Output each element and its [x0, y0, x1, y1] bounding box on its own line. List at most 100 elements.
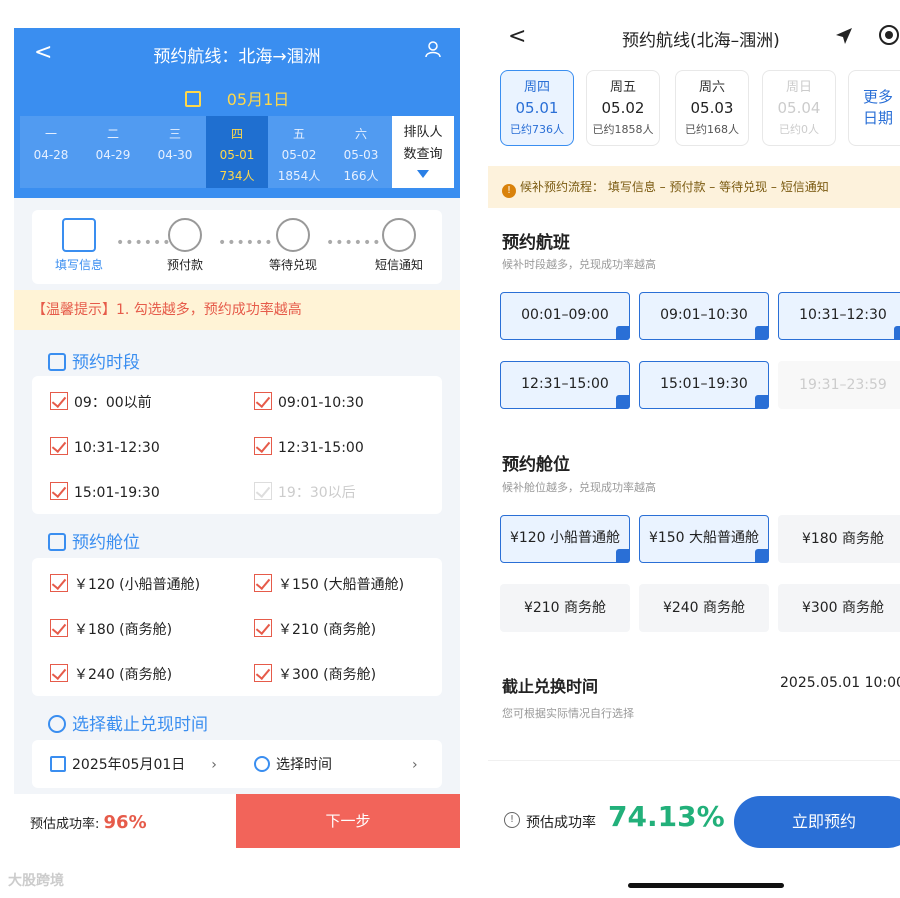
calendar-icon	[184, 91, 201, 107]
cabin-option[interactable]: ￥180 (商务舱)	[50, 619, 172, 639]
cabin-chip-selected[interactable]: ¥120 小船普通舱	[500, 515, 630, 563]
step-fill-info: 填写信息	[44, 218, 114, 273]
time-option[interactable]: 12:31-15:00	[254, 437, 364, 456]
triangle-down-icon	[417, 170, 429, 178]
time-section-title: 预约时段	[48, 348, 140, 373]
flight-title: 预约航班	[502, 233, 570, 253]
time-chip-selected[interactable]: 12:31–15:00	[500, 361, 630, 409]
clock-icon	[48, 715, 66, 733]
clock-icon	[276, 218, 310, 252]
check-icon	[755, 395, 769, 409]
cabin-chip[interactable]: ¥210 商务舱	[500, 584, 630, 632]
step-wait: 等待兑现	[258, 218, 328, 273]
calendar-icon	[50, 756, 66, 772]
rate-value: 74.13%	[608, 800, 725, 833]
checkbox-checked-icon	[50, 574, 68, 592]
queue-query-button[interactable]: 排队人 数查询	[392, 116, 454, 188]
time-option[interactable]: 09:01-10:30	[254, 392, 364, 411]
time-chip-selected[interactable]: 10:31–12:30	[778, 292, 900, 340]
time-options-card: 09：00以前 09:01-10:30 10:31-12:30 12:31-15…	[32, 376, 442, 514]
step-prepay: 预付款	[150, 218, 220, 273]
warning-icon: !	[502, 184, 516, 198]
deadline-date-picker[interactable]: 2025年05月01日 ›	[50, 754, 217, 774]
deadline-value[interactable]: 2025.05.01 10:00	[780, 675, 900, 691]
cabin-option[interactable]: ￥210 (商务舱)	[254, 619, 376, 639]
day-tab[interactable]: 六 05-03 166人	[330, 116, 392, 188]
time-chip-selected[interactable]: 00:01–09:00	[500, 292, 630, 340]
deadline-section-title: 选择截止兑现时间	[48, 710, 208, 735]
watermark: 大股跨境	[8, 873, 64, 889]
day-tab-selected[interactable]: 四 05-01 734人	[206, 116, 268, 188]
cabin-option[interactable]: ￥150 (大船普通舱)	[254, 574, 404, 594]
chevron-right-icon: ›	[211, 757, 217, 773]
cabin-title: 预约舱位	[502, 455, 570, 475]
cabin-chip[interactable]: ¥240 商务舱	[639, 584, 769, 632]
checkbox-checked-icon	[254, 619, 272, 637]
time-chip-selected[interactable]: 09:01–10:30	[639, 292, 769, 340]
home-indicator	[628, 883, 784, 888]
time-option-disabled: 19：30以后	[254, 482, 356, 502]
mail-icon	[382, 218, 416, 252]
left-bottom-bar: 预估成功率: 96% 下一步	[14, 794, 460, 848]
warm-tip: 【温馨提示】1. 勾选越多，预约成功率越高	[14, 290, 460, 330]
checkbox-checked-icon	[50, 392, 68, 410]
record-icon[interactable]	[878, 24, 900, 46]
time-option[interactable]: 09：00以前	[50, 392, 152, 412]
back-button[interactable]: <	[508, 24, 526, 49]
process-steps: 填写信息 •••••• 预付款 •••••• 等待兑现 •••••• 短信通知	[32, 210, 442, 284]
yen-icon	[168, 218, 202, 252]
deadline-card: 2025年05月01日 › 选择时间 ›	[32, 740, 442, 788]
seat-icon	[48, 533, 66, 551]
day-tab[interactable]: 二 04-29	[82, 116, 144, 188]
cabin-section-title: 预约舱位	[48, 528, 140, 553]
date-card-disabled: 周日 05.04 已约0人	[762, 70, 836, 146]
process-note: ! 候补预约流程： 填写信息 – 预付款 – 等待兑现 – 短信通知	[488, 166, 900, 208]
reserve-now-button[interactable]: 立即预约	[734, 796, 900, 848]
left-screenshot: < 预约航线：北海→涠洲 05月1日 一 04-28 二 04-29 三 04-30 …	[14, 28, 460, 848]
day-tab[interactable]: 五 05-02 1854人	[268, 116, 330, 188]
more-dates-button[interactable]: 更多 日期	[848, 70, 900, 146]
time-chip-selected[interactable]: 15:01–19:30	[639, 361, 769, 409]
page-title: 预约航线(北海–涠洲)	[622, 31, 780, 51]
chevron-right-icon: ›	[412, 757, 418, 773]
next-button[interactable]: 下一步	[236, 794, 460, 848]
day-tab[interactable]: 一 04-28	[20, 116, 82, 188]
info-icon: !	[504, 812, 520, 828]
location-arrow-icon[interactable]	[834, 26, 854, 46]
step-sms: 短信通知	[364, 218, 434, 273]
cabin-option[interactable]: ￥120 (小船普通舱)	[50, 574, 200, 594]
date-card-selected[interactable]: 周四 05.01 已约736人	[500, 70, 574, 146]
user-icon[interactable]	[424, 40, 442, 58]
cabin-option[interactable]: ￥240 (商务舱)	[50, 664, 172, 684]
cabin-chip[interactable]: ¥300 商务舱	[778, 584, 900, 632]
cabin-chip-selected[interactable]: ¥150 大船普通舱	[639, 515, 769, 563]
checkbox-checked-icon	[50, 482, 68, 500]
page-title: 预约航线：北海→涠洲	[153, 47, 321, 67]
selected-date[interactable]: 05月1日	[14, 86, 460, 110]
time-chip-disabled: 19:31–23:59	[778, 361, 900, 409]
check-icon	[616, 326, 630, 340]
deadline-title: 截止兑换时间	[502, 677, 599, 696]
flight-subtitle: 候补时段越多，兑现成功率越高	[502, 258, 656, 271]
checkbox-checked-icon	[254, 664, 272, 682]
left-header: < 预约航线：北海→涠洲 05月1日 一 04-28 二 04-29 三 04-30 …	[14, 28, 460, 198]
time-option[interactable]: 15:01-19:30	[50, 482, 160, 501]
right-screenshot: < 预约航线(北海–涠洲) 周四 05.01 已约736人 周五 05.02 已约185…	[488, 0, 900, 898]
time-option[interactable]: 10:31-12:30	[50, 437, 160, 456]
cabin-option[interactable]: ￥300 (商务舱)	[254, 664, 376, 684]
checkbox-checked-icon	[254, 574, 272, 592]
date-card[interactable]: 周六 05.03 已约168人	[675, 70, 749, 146]
check-icon	[616, 549, 630, 563]
day-tab[interactable]: 三 04-30	[144, 116, 206, 188]
cabin-subtitle: 候补舱位越多，兑现成功率越高	[502, 481, 656, 494]
checkbox-checked-icon	[254, 392, 272, 410]
checkbox-checked-icon	[254, 437, 272, 455]
cabin-chip[interactable]: ¥180 商务舱	[778, 515, 900, 563]
checkbox-checked-icon	[50, 437, 68, 455]
rate-label: 预估成功率	[526, 815, 596, 831]
calendar-icon	[62, 218, 96, 252]
deadline-time-picker[interactable]: 选择时间 ›	[254, 754, 418, 774]
date-card[interactable]: 周五 05.02 已约1858人	[586, 70, 660, 146]
check-icon	[755, 549, 769, 563]
cabin-options-card: ￥120 (小船普通舱) ￥150 (大船普通舱) ￥180 (商务舱) ￥21…	[32, 558, 442, 696]
